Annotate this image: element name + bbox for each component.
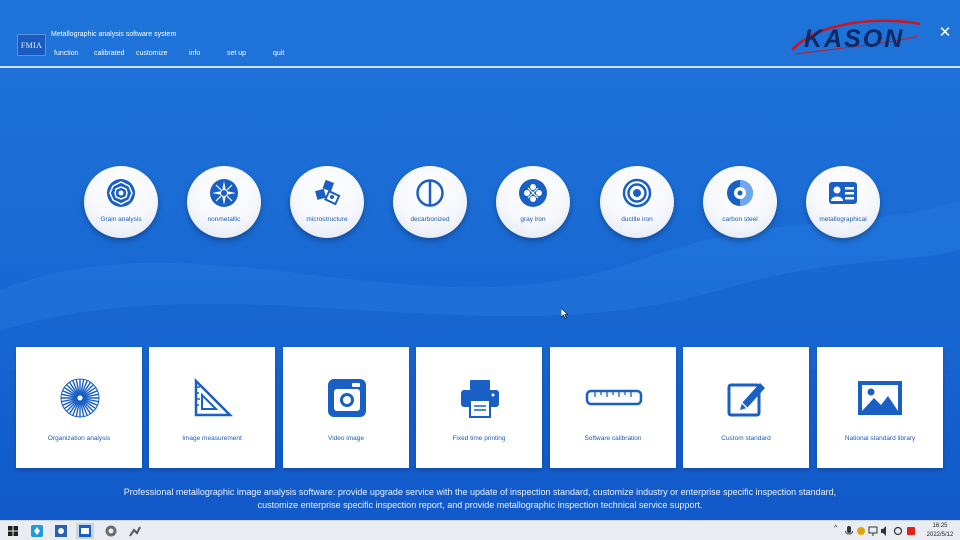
windows-start-icon[interactable] [6, 524, 20, 538]
fmia-taskbar-icon[interactable] [54, 524, 68, 538]
menu-item-calibrated[interactable]: calibrated [94, 50, 124, 57]
input-method-icon[interactable] [906, 524, 916, 538]
taskbar: ^ 16:25 2022/5/12 [0, 520, 960, 540]
clock-time: 16:25 [932, 523, 948, 529]
grain-icon [107, 179, 135, 207]
image-measurement-label: Image measurement [182, 435, 242, 442]
national-standard-library-label: National standard library [844, 435, 916, 442]
custom-standard-label: Custom standard [721, 435, 771, 442]
microstructure-icon [315, 179, 341, 206]
brand-text: KASON [804, 25, 904, 53]
security-icon[interactable] [856, 524, 866, 538]
camera-app-taskbar-icon[interactable] [104, 524, 118, 538]
organization-analysis-label: Organization analysis [47, 435, 111, 442]
footer-line-1: Professional metallographic image analys… [123, 487, 837, 497]
menu-item-customize[interactable]: customize [136, 50, 168, 57]
decarbonized-label: decarbonized [410, 216, 450, 223]
close-button[interactable]: ✕ [936, 24, 954, 42]
software-calibration-card[interactable]: Software calibration [550, 347, 676, 468]
network-icon[interactable] [868, 524, 878, 538]
menu-bar: function calibrated customize info set u… [0, 50, 400, 62]
gray-iron-button[interactable]: gray iron [496, 166, 570, 238]
app-header: FMIA Metallographic analysis software sy… [0, 0, 960, 68]
gray-iron-label: gray iron [520, 216, 546, 223]
ductile-iron-label: ductile iron [621, 216, 653, 223]
grain-analysis-button[interactable]: Grain analysis [84, 166, 158, 238]
metallographic-app-taskbar-icon[interactable] [78, 524, 92, 538]
decarbonized-button[interactable]: decarbonized [393, 166, 467, 238]
starburst-icon [60, 378, 100, 418]
menu-item-quit[interactable]: quit [273, 50, 284, 57]
grain-analysis-label: Grain analysis [100, 216, 142, 223]
microphone-icon[interactable] [844, 524, 854, 538]
nonmetallic-label: nonmetallic [207, 216, 241, 223]
menu-item-info[interactable]: info [189, 50, 200, 57]
video-image-card[interactable]: Video image [283, 347, 409, 468]
ductile-iron-button[interactable]: ductile iron [600, 166, 674, 238]
app-pinned-icon[interactable] [30, 524, 44, 538]
taskbar-clock[interactable]: 16:25 2022/5/12 [922, 522, 958, 539]
app-title: Metallographic analysis software system [51, 31, 177, 38]
set-square-icon [194, 377, 234, 417]
metallographical-label: metallographical [819, 216, 867, 223]
fixed-time-printing-card[interactable]: Fixed time printing [416, 347, 542, 468]
menu-item-function[interactable]: function [54, 50, 79, 57]
fixed-time-printing-label: Fixed time printing [452, 435, 506, 442]
nonmetallic-button[interactable]: nonmetallic [187, 166, 261, 238]
image-measurement-card[interactable]: Image measurement [149, 347, 275, 468]
metallographical-button[interactable]: metallographical [806, 166, 880, 238]
ruler-icon [585, 389, 643, 406]
mouse-cursor-icon [561, 308, 568, 319]
printer-icon [461, 380, 499, 418]
microstructure-label: microstructure [306, 216, 348, 223]
gray-iron-icon [519, 179, 547, 207]
tray-chevron-icon[interactable]: ^ [834, 525, 837, 532]
carbon-steel-label: carbon steel [722, 216, 758, 223]
carbon-steel-button[interactable]: carbon steel [703, 166, 777, 238]
ductile-iron-icon [622, 178, 652, 208]
settings-tray-icon[interactable] [893, 524, 903, 538]
metallographical-icon [829, 182, 857, 204]
edit-icon [727, 383, 765, 417]
footer-description: Professional metallographic image analys… [40, 486, 920, 512]
clock-date: 2022/5/12 [926, 531, 954, 538]
national-standard-library-card[interactable]: National standard library [817, 347, 943, 468]
video-image-label: Video image [327, 435, 365, 442]
menu-item-set-up[interactable]: set up [227, 50, 246, 57]
custom-standard-card[interactable]: Custom standard [683, 347, 809, 468]
footer-line-2: customize enterprise specific inspection… [257, 500, 703, 510]
microstructure-button[interactable]: microstructure [290, 166, 364, 238]
decarbonized-icon [416, 179, 444, 207]
carbon-steel-icon [727, 180, 753, 206]
nonmetallic-icon [210, 179, 238, 207]
tools-taskbar-icon[interactable] [128, 524, 142, 538]
organization-analysis-card[interactable]: Organization analysis [16, 347, 142, 468]
software-calibration-label: Software calibration [584, 435, 642, 442]
picture-icon [858, 381, 902, 415]
camera-icon [328, 379, 366, 417]
volume-icon[interactable] [880, 524, 890, 538]
brand-logo: KASON [791, 19, 921, 55]
